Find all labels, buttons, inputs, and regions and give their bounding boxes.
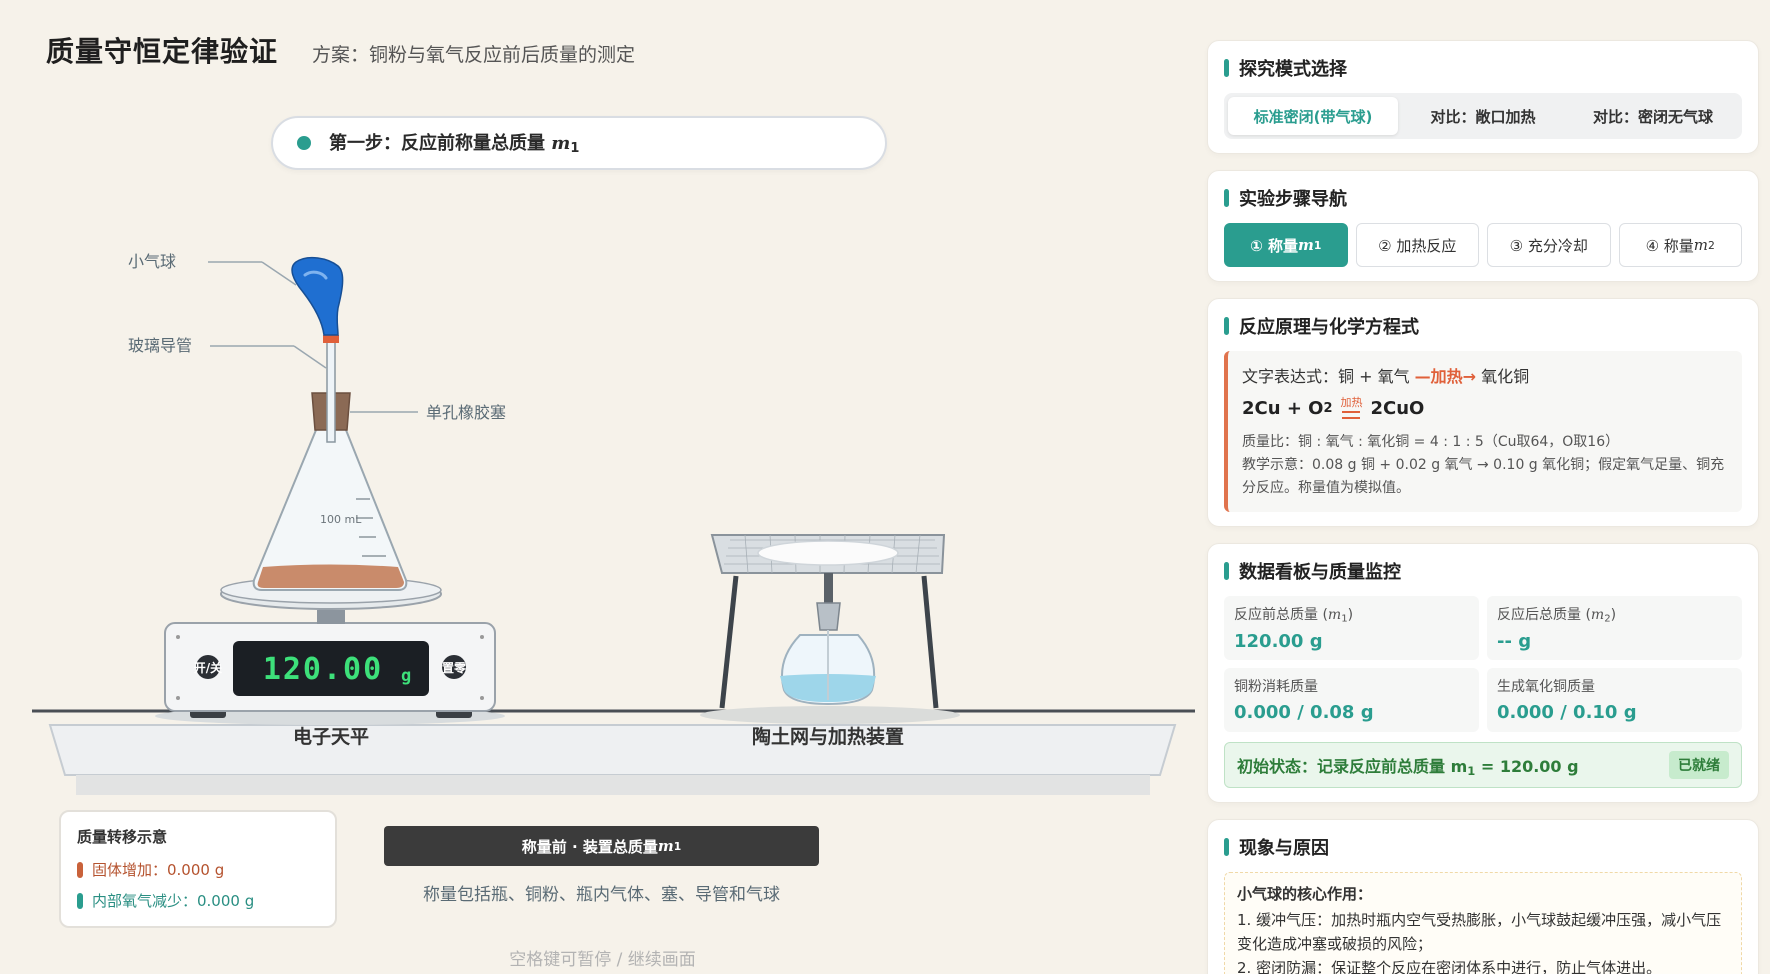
header: 质量守恒定律验证 方案：铜粉与氧气反应前后质量的测定 [46, 30, 635, 70]
electronic-balance: 开/关 置零 120.00 g 电子天平 [155, 576, 505, 748]
apparatus-scene: 开/关 置零 120.00 g 电子天平 100 mL 小气球 玻璃导管 单孔橡… [32, 252, 1195, 795]
tube-connector [323, 335, 339, 343]
principle-card: 反应原理与化学方程式 文字表达式：铜 + 氧气 —加热→ 氧化铜 2Cu + O… [1207, 298, 1759, 528]
oxygen-decrease-row: 内部氧气减少：0.000 g [77, 890, 319, 911]
weighing-note: 称量包括瓶、铜粉、瓶内气体、塞、导管和气球 [423, 885, 780, 905]
heating-stand: 陶土网与加热装置 [700, 534, 960, 748]
steps-card-title: 实验步骤导航 [1239, 189, 1347, 210]
phenomena-card: 现象与原因 小气球的核心作用： 1. 缓冲气压：加热时瓶内空气受热膨胀，小气球鼓… [1207, 819, 1759, 974]
step-button-weigh-m2[interactable]: ④ 称量 m2 [1618, 223, 1742, 267]
glass-tube-callout: 玻璃导管 [128, 336, 327, 369]
chemical-equation: 2Cu + O2 加热 2CuO [1242, 396, 1425, 419]
phenomena-box: 小气球的核心作用： 1. 缓冲气压：加热时瓶内空气受热膨胀，小气球鼓起缓冲压强，… [1224, 872, 1742, 974]
mode-card: 探究模式选择 标准密闭(带气球) 对比：敞口加热 对比：密闭无气球 [1207, 40, 1759, 154]
data-card-title: 数据看板与质量监控 [1239, 562, 1401, 584]
lab-table [32, 709, 1195, 795]
mode-card-title: 探究模式选择 [1239, 59, 1347, 80]
word-equation: 文字表达式：铜 + 氧气 —加热→ 氧化铜 [1242, 367, 1530, 386]
svg-text:置零: 置零 [442, 661, 467, 675]
svg-text:玻璃导管: 玻璃导管 [128, 336, 192, 355]
stat-copper-consumed: 铜粉消耗质量 0.000 / 0.08 g [1224, 668, 1479, 733]
mode-selector: 标准密闭(带气球) 对比：敞口加热 对比：密闭无气球 [1224, 93, 1742, 139]
pause-hint: 空格键可暂停 / 继续画面 [509, 950, 696, 970]
mode-option-sealed-no-balloon[interactable]: 对比：密闭无气球 [1568, 97, 1738, 135]
gas-color-marker [77, 892, 83, 909]
steps-card: 实验步骤导航 ① 称量 m1 ② 加热反应 ③ 充分冷却 ④ 称量 m2 [1207, 170, 1759, 282]
heater-label: 陶土网与加热装置 [752, 725, 904, 748]
demo-text: 教学示意：0.08 g 铜 + 0.02 g 氧气 → 0.10 g 氧化铜；假… [1242, 457, 1725, 497]
stopper-callout: 单孔橡胶塞 [350, 403, 506, 422]
balloon-callout: 小气球 [128, 252, 297, 286]
current-step-text: 第一步：反应前称量总质量 m1 [329, 133, 580, 157]
principle-box: 文字表达式：铜 + 氧气 —加热→ 氧化铜 2Cu + O2 加热 2CuO 质… [1224, 351, 1742, 513]
copper-powder [257, 564, 404, 588]
step-navigation: ① 称量 m1 ② 加热反应 ③ 充分冷却 ④ 称量 m2 [1224, 223, 1742, 267]
solid-increase-row: 固体增加：0.000 g [77, 859, 319, 880]
step-button-heat[interactable]: ② 加热反应 [1355, 223, 1479, 267]
principle-card-title: 反应原理与化学方程式 [1239, 317, 1419, 338]
mode-option-open-heating[interactable]: 对比：敞口加热 [1398, 97, 1568, 135]
weighing-status-banner: 称量前 · 装置总质量 m1 [384, 826, 819, 866]
stat-mass-before: 反应前总质量 (m1) 120.00 g [1224, 596, 1479, 661]
step-status-dot [297, 136, 311, 150]
balance-unit: g [401, 666, 411, 686]
experiment-stage: 质量守恒定律验证 方案：铜粉与氧气反应前后质量的测定 第一步：反应前称量总质量 … [0, 0, 1205, 974]
stat-copper-oxide-formed: 生成氧化铜质量 0.000 / 0.10 g [1487, 668, 1742, 733]
svg-text:小气球: 小气球 [128, 252, 176, 271]
balance-reading: 120.00 [263, 652, 383, 687]
data-card: 数据看板与质量监控 反应前总质量 (m1) 120.00 g 反应后总质量 (m… [1207, 543, 1759, 804]
mass-transfer-panel: 质量转移示意 固体增加：0.000 g 内部氧气减少：0.000 g [59, 810, 337, 928]
status-badge: 已就绪 [1669, 751, 1729, 780]
page-title: 质量守恒定律验证 [46, 35, 279, 68]
step-button-cool[interactable]: ③ 充分冷却 [1487, 223, 1611, 267]
mode-option-sealed-balloon[interactable]: 标准密闭(带气球) [1228, 97, 1398, 135]
data-grid: 反应前总质量 (m1) 120.00 g 反应后总质量 (m2) -- g 铜粉… [1224, 596, 1742, 733]
mass-ratio-text: 质量比：铜 : 氧气 : 氧化铜 = 4 : 1 : 5（Cu取64，O取16） [1242, 434, 1620, 450]
status-bar: 初始状态：记录反应前总质量 m1 = 120.00 g 已就绪 [1224, 742, 1742, 789]
current-step-banner: 第一步：反应前称量总质量 m1 [271, 116, 887, 170]
balloon [291, 256, 344, 336]
glass-tube [326, 339, 336, 443]
phenomena-card-title: 现象与原因 [1239, 838, 1329, 860]
step-button-weigh-m1[interactable]: ① 称量 m1 [1224, 223, 1348, 267]
mass-transfer-title: 质量转移示意 [77, 828, 168, 846]
balance-label: 电子天平 [293, 725, 369, 748]
stat-mass-after: 反应后总质量 (m2) -- g [1487, 596, 1742, 661]
burner-wick [816, 602, 841, 631]
status-text: 初始状态：记录反应前总质量 m1 = 120.00 g [1237, 756, 1579, 778]
solid-color-marker [77, 861, 83, 878]
svg-text:单孔橡胶塞: 单孔橡胶塞 [426, 403, 506, 422]
control-panel: 探究模式选择 标准密闭(带气球) 对比：敞口加热 对比：密闭无气球 实验步骤导航… [1207, 40, 1759, 974]
svg-text:开/关: 开/关 [194, 660, 222, 675]
flask-volume-mark: 100 mL [320, 513, 362, 526]
page-subtitle: 方案：铜粉与氧气反应前后质量的测定 [312, 44, 636, 66]
conical-flask: 100 mL [252, 256, 408, 591]
